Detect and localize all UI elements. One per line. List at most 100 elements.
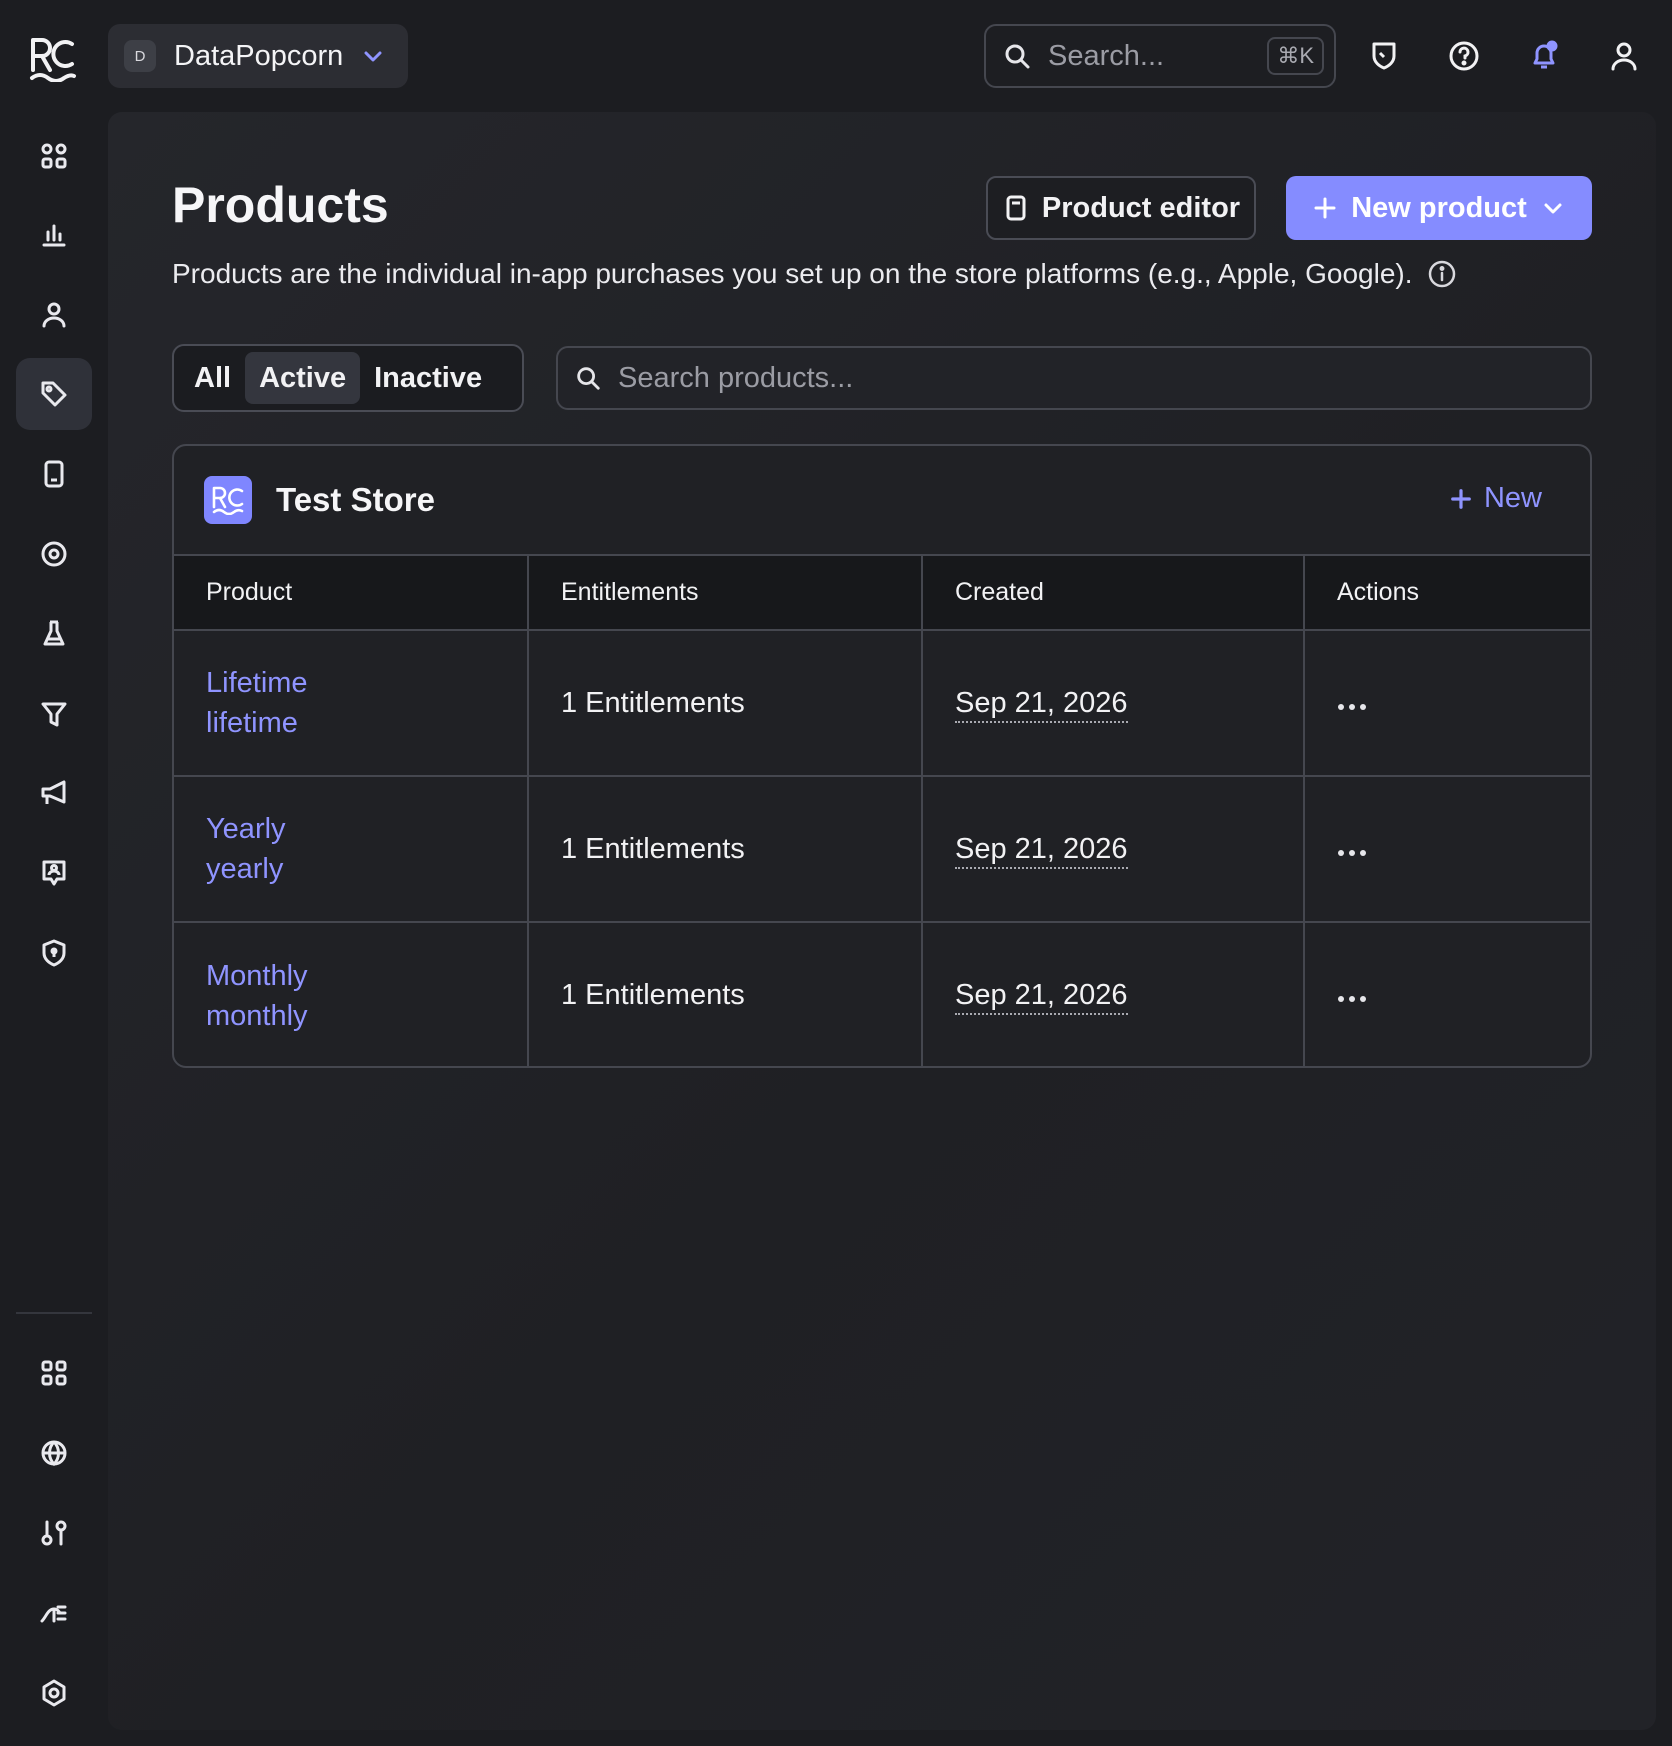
column-header-actions: Actions <box>1304 556 1590 631</box>
charts-icon <box>42 224 66 247</box>
shield-icon <box>1372 42 1396 70</box>
account-button[interactable] <box>1600 32 1648 80</box>
webhooks-icon <box>40 1605 67 1623</box>
notifications-button[interactable] <box>1520 32 1568 80</box>
sidebar-item-charts[interactable] <box>16 199 92 271</box>
chevron-down-icon <box>1544 203 1562 214</box>
new-product-button[interactable]: New product <box>1286 176 1592 240</box>
table-header-row: Product Entitlements Created Actions <box>174 556 1590 631</box>
sidebar-item-customers[interactable] <box>16 279 92 351</box>
sidebar-divider <box>16 1312 92 1314</box>
search-shortcut-badge: ⌘K <box>1267 37 1324 75</box>
new-product-label: New product <box>1351 191 1527 224</box>
revenuecat-logo-icon[interactable] <box>28 34 78 83</box>
entitlements-cell: 1 Entitlements <box>528 776 923 923</box>
global-search-placeholder: Search... <box>1048 39 1165 72</box>
global-search[interactable]: Search... ⌘K <box>984 24 1336 88</box>
privacy-shield-icon <box>42 939 66 967</box>
product-cell: Lifetime lifetime <box>174 630 529 777</box>
product-search <box>556 346 1592 410</box>
sidebar-item-targeting[interactable] <box>16 518 92 590</box>
app-root: D DataPopcorn Search... ⌘K Products Prod… <box>0 0 1672 1746</box>
apps-grid-icon <box>41 1360 67 1386</box>
product-editor-label: Product editor <box>1041 191 1241 224</box>
table-row[interactable]: Lifetime lifetime 1 Entitlements Sep 21,… <box>174 630 1590 777</box>
store-name: Test Store <box>276 481 435 518</box>
search-icon <box>1005 44 1030 69</box>
notifications-bell-icon <box>1533 40 1558 69</box>
settings-icon <box>42 1679 66 1707</box>
store-new-product-button[interactable]: New <box>1450 482 1542 515</box>
row-actions-button[interactable] <box>1337 693 1381 721</box>
sidebar-item-webhooks[interactable] <box>16 1577 92 1649</box>
sidebar-item-funnels[interactable] <box>16 678 92 750</box>
products-tag-icon <box>41 381 67 407</box>
sidebar-item-privacy[interactable] <box>16 917 92 989</box>
customers-icon <box>42 302 66 328</box>
table-row[interactable]: Yearly yearly 1 Entitlements Sep 21, 202… <box>174 776 1590 923</box>
filter-tab-inactive[interactable]: Inactive <box>360 352 496 404</box>
column-header-product[interactable]: Product <box>174 556 529 631</box>
column-header-entitlements[interactable]: Entitlements <box>528 556 923 631</box>
paywall-icon <box>44 460 64 488</box>
more-horizontal-icon <box>1338 849 1366 856</box>
product-identifier: yearly <box>206 853 284 885</box>
product-name-link[interactable]: Yearly <box>206 809 527 849</box>
filter-tab-active[interactable]: Active <box>245 352 361 404</box>
actions-cell <box>1304 776 1590 923</box>
store-header: Test Store New <box>174 446 1590 556</box>
funnel-icon <box>41 702 67 727</box>
overview-icon <box>41 143 67 169</box>
chevron-down-icon <box>364 51 382 62</box>
created-cell: Sep 21, 2026 <box>922 776 1305 923</box>
actions-cell <box>1304 922 1590 1066</box>
sidebar-item-products[interactable] <box>16 358 92 430</box>
sidebar <box>0 0 104 1746</box>
products-table: Product Entitlements Created Actions Lif… <box>174 556 1590 1066</box>
product-cell: Monthly monthly <box>174 922 529 1066</box>
actions-cell <box>1304 630 1590 777</box>
product-cell: Yearly yearly <box>174 776 529 923</box>
project-name: DataPopcorn <box>174 39 344 72</box>
store-logo-icon <box>204 476 252 524</box>
sidebar-item-overview[interactable] <box>16 120 92 192</box>
entitlements-cell: 1 Entitlements <box>528 922 923 1066</box>
info-icon[interactable] <box>1427 259 1457 289</box>
more-horizontal-icon <box>1338 703 1366 710</box>
product-name-link[interactable]: Monthly <box>206 956 527 996</box>
shield-button[interactable] <box>1360 32 1408 80</box>
created-date: Sep 21, 2026 <box>955 832 1128 869</box>
row-actions-button[interactable] <box>1337 985 1381 1013</box>
page-title: Products <box>172 177 389 233</box>
filter-tab-all[interactable]: All <box>180 352 245 404</box>
sidebar-item-customer-center[interactable] <box>16 837 92 909</box>
store-new-label: New <box>1483 482 1542 514</box>
created-date: Sep 21, 2026 <box>955 979 1128 1015</box>
main-panel: Products Product editor New product Prod… <box>108 112 1656 1730</box>
status-filter: All Active Inactive <box>172 344 524 412</box>
column-header-created[interactable]: Created <box>922 556 1305 631</box>
table-row[interactable]: Monthly monthly 1 Entitlements Sep 21, 2… <box>174 922 1590 1066</box>
sidebar-item-settings[interactable] <box>16 1657 92 1729</box>
globe-icon <box>41 1440 67 1467</box>
sidebar-item-paywalls[interactable] <box>16 438 92 510</box>
product-editor-button[interactable]: Product editor <box>986 176 1256 240</box>
project-switcher[interactable]: D DataPopcorn <box>108 24 408 88</box>
page-subtitle-text: Products are the individual in-app purch… <box>172 258 1413 289</box>
product-identifier: lifetime <box>206 707 298 739</box>
created-date: Sep 21, 2026 <box>955 686 1128 723</box>
sidebar-item-integrations[interactable] <box>16 1497 92 1569</box>
store-card: Test Store New Product Entitlements Crea… <box>172 444 1592 1068</box>
sidebar-item-campaigns[interactable] <box>16 757 92 829</box>
sidebar-item-web[interactable] <box>16 1417 92 1489</box>
plus-icon <box>1314 197 1336 219</box>
targeting-icon <box>41 541 67 567</box>
row-actions-button[interactable] <box>1337 839 1381 867</box>
sidebar-item-apps[interactable] <box>16 1337 92 1409</box>
sidebar-item-experiments[interactable] <box>16 598 92 670</box>
product-name-link[interactable]: Lifetime <box>206 663 527 703</box>
product-search-input[interactable] <box>618 361 1590 395</box>
more-horizontal-icon <box>1338 996 1366 1002</box>
help-button[interactable] <box>1440 32 1488 80</box>
customer-center-icon <box>42 860 66 886</box>
